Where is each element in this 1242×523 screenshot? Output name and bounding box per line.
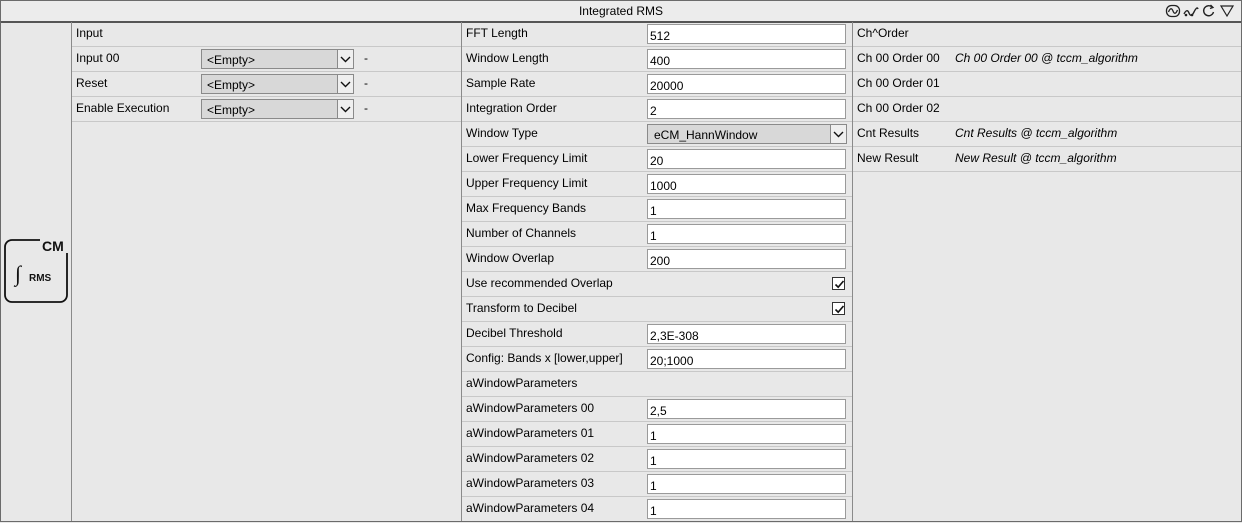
max-bands-input[interactable]: 1: [647, 199, 846, 219]
outputs-column: Ch^Order Ch 00 Order 00 Ch 00 Order 00 @…: [853, 22, 1241, 521]
param-row-num-channels: Number of Channels 1: [462, 222, 852, 247]
dropdown-triangle-icon[interactable]: [1219, 3, 1235, 19]
param-row-use-recommended-overlap: Use recommended Overlap: [462, 272, 852, 297]
config-bands-input[interactable]: 20;1000: [647, 349, 846, 369]
decibel-threshold-input[interactable]: 2,3E-308: [647, 324, 846, 344]
signal-icon[interactable]: [1165, 3, 1181, 19]
integration-order-input[interactable]: 2: [647, 99, 846, 119]
reset-select[interactable]: <Empty>: [201, 74, 354, 94]
icon-rms-text: RMS: [29, 273, 52, 284]
window-param-02-input[interactable]: 1: [647, 449, 846, 469]
param-row-window-param-02: aWindowParameters 02 1: [462, 447, 852, 472]
output-row-ch00-order02[interactable]: Ch 00 Order 02: [853, 97, 1241, 122]
param-row-max-bands: Max Frequency Bands 1: [462, 197, 852, 222]
lower-frequency-input[interactable]: 20: [647, 149, 846, 169]
enable-execution-select[interactable]: <Empty>: [201, 99, 354, 119]
chevron-down-icon[interactable]: [337, 50, 353, 68]
chevron-down-icon[interactable]: [337, 100, 353, 118]
param-row-config-bands: Config: Bands x [lower,upper] 20;1000: [462, 347, 852, 372]
output-row-ch00-order01[interactable]: Ch 00 Order 01: [853, 72, 1241, 97]
checkmark-icon: [834, 280, 845, 289]
input-00-label: Input 00: [76, 51, 120, 65]
use-recommended-overlap-checkbox[interactable]: [832, 277, 845, 290]
param-row-integration-order: Integration Order 2: [462, 97, 852, 122]
param-row-window-type: Window Type eCM_HannWindow: [462, 122, 852, 147]
sample-rate-input[interactable]: 20000: [647, 74, 846, 94]
output-row-cnt-results[interactable]: Cnt Results Cnt Results @ tccm_algorithm: [853, 122, 1241, 147]
chevron-down-icon[interactable]: [830, 125, 846, 143]
inputs-column: Input Input 00 <Empty> - Reset <Empty> -: [72, 22, 462, 521]
num-channels-input[interactable]: 1: [647, 224, 846, 244]
parameters-column: FFT Length 512 Window Length 400 Sample …: [462, 22, 853, 521]
window-title: Integrated RMS: [578, 4, 664, 18]
input-row-enable-execution: Enable Execution <Empty> -: [72, 97, 461, 122]
enable-execution-label: Enable Execution: [76, 101, 170, 115]
icon-cm-text: CM: [42, 239, 64, 254]
param-row-fft-length: FFT Length 512: [462, 22, 852, 47]
wave-icon[interactable]: [1183, 3, 1199, 19]
param-row-window-params-header: aWindowParameters: [462, 372, 852, 397]
param-row-window-param-00: aWindowParameters 00 2,5: [462, 397, 852, 422]
window-type-select[interactable]: eCM_HannWindow: [647, 124, 847, 144]
param-row-transform-decibel: Transform to Decibel: [462, 297, 852, 322]
outputs-header: Ch^Order: [857, 26, 909, 40]
refresh-icon[interactable]: [1201, 3, 1217, 19]
output-row-ch00-order00[interactable]: Ch 00 Order 00 Ch 00 Order 00 @ tccm_alg…: [853, 47, 1241, 72]
title-bar: Integrated RMS: [0, 0, 1242, 23]
toolbar-icons: [1165, 3, 1235, 19]
fft-length-input[interactable]: 512: [647, 24, 846, 44]
svg-text:∫: ∫: [13, 261, 23, 287]
outputs-header-row: Ch^Order: [853, 22, 1241, 47]
reset-label: Reset: [76, 76, 108, 90]
window-param-03-input[interactable]: 1: [647, 474, 846, 494]
output-row-new-result[interactable]: New Result New Result @ tccm_algorithm: [853, 147, 1241, 172]
checkmark-icon: [834, 305, 845, 314]
input-row-input-00: Input 00 <Empty> -: [72, 47, 461, 72]
window-overlap-input[interactable]: 200: [647, 249, 846, 269]
block-icon-column: CM ∫ RMS: [1, 22, 72, 521]
chevron-down-icon[interactable]: [337, 75, 353, 93]
integral-rms-icon[interactable]: CM ∫ RMS: [4, 239, 68, 303]
window-length-input[interactable]: 400: [647, 49, 846, 69]
input-row-reset: Reset <Empty> -: [72, 72, 461, 97]
window-param-01-input[interactable]: 1: [647, 424, 846, 444]
transform-decibel-checkbox[interactable]: [832, 302, 845, 315]
window-param-00-input[interactable]: 2,5: [647, 399, 846, 419]
param-row-window-length: Window Length 400: [462, 47, 852, 72]
param-row-window-param-03: aWindowParameters 03 1: [462, 472, 852, 497]
param-row-upper-frequency: Upper Frequency Limit 1000: [462, 172, 852, 197]
block-frame: CM ∫ RMS Input Input 00 <Empty> - Reset …: [0, 22, 1242, 522]
param-row-decibel-threshold: Decibel Threshold 2,3E-308: [462, 322, 852, 347]
window-param-04-input[interactable]: 1: [647, 499, 846, 519]
inputs-header-row: Input: [72, 22, 461, 47]
param-row-sample-rate: Sample Rate 20000: [462, 72, 852, 97]
param-row-window-param-01: aWindowParameters 01 1: [462, 422, 852, 447]
upper-frequency-input[interactable]: 1000: [647, 174, 846, 194]
param-row-window-overlap: Window Overlap 200: [462, 247, 852, 272]
param-row-lower-frequency: Lower Frequency Limit 20: [462, 147, 852, 172]
inputs-header: Input: [76, 26, 103, 40]
input-00-select[interactable]: <Empty>: [201, 49, 354, 69]
param-row-window-param-04: aWindowParameters 04 1: [462, 497, 852, 521]
